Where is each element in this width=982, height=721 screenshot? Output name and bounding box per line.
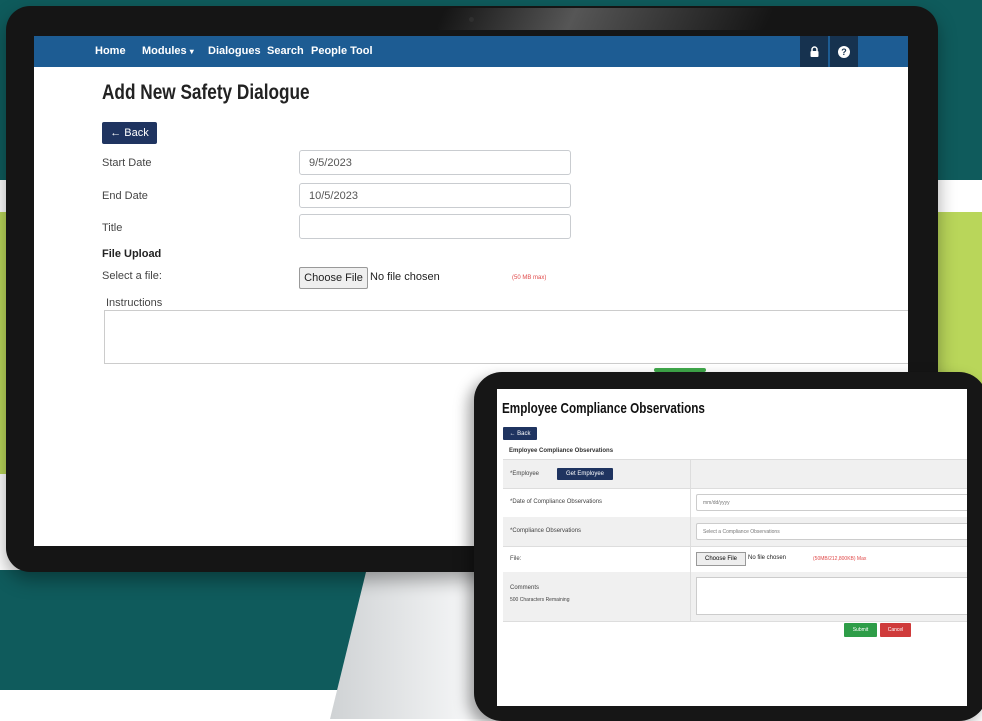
chevron-down-icon: ▾ [189,47,194,56]
tablet-submit-button[interactable]: Submit [844,623,877,637]
lock-button[interactable] [800,36,828,67]
employee-label: *Employee [510,471,540,477]
compliance-select[interactable]: Select a Compliance Observations [696,523,967,540]
page-title: Add New Safety Dialogue [102,81,310,104]
compliance-row: *Compliance Observations Select a Compli… [503,517,967,547]
tablet-page-title: Employee Compliance Observations [502,400,705,417]
tablet-cancel-button[interactable]: Cancel [880,623,911,637]
comments-label: Comments [510,585,540,591]
tablet-no-file-text: No file chosen [748,555,787,561]
end-date-field[interactable]: 10/5/2023 [299,183,571,208]
no-file-text: No file chosen [370,271,440,283]
tablet-form-table: *Employee Get Employee *Date of Complian… [503,459,967,622]
nav-dialogues[interactable]: Dialogues [208,45,261,57]
start-date-label: Start Date [102,157,152,169]
help-button[interactable]: ? [830,36,858,67]
title-label: Title [102,222,123,234]
file-label: File: [510,556,522,562]
date-input[interactable]: mm/dd/yyyy [696,494,967,511]
nav-modules[interactable]: Modules ▾ [142,45,194,57]
nav-modules-label: Modules [142,45,187,57]
nav-people-tool[interactable]: People Tool [311,45,373,57]
get-employee-button[interactable]: Get Employee [557,468,613,480]
file-row: File: Choose File No file chosen (50MB/2… [503,546,967,573]
comments-remaining: 500 Characters Remaining [510,597,570,603]
help-icon: ? [838,45,850,58]
tablet-screen: Employee Compliance Observations ← Back … [497,389,967,706]
comments-row: Comments 500 Characters Remaining [503,572,967,622]
tablet-choose-file-button[interactable]: Choose File [696,552,746,566]
top-navbar: Home Modules ▾ Dialogues Search People T… [34,36,908,67]
lock-icon [810,45,818,57]
column-divider [690,546,691,572]
tablet-back-button[interactable]: ← Back [503,427,537,440]
comments-textarea[interactable] [696,577,967,615]
instructions-label: Instructions [106,297,163,309]
file-size-hint: (50 MB max) [512,275,547,281]
compliance-label: *Compliance Observations [510,528,582,534]
end-date-label: End Date [102,190,148,202]
employee-row: *Employee Get Employee [503,460,967,489]
nav-search[interactable]: Search [267,45,304,57]
camera-dot [469,17,474,22]
monitor-glare [434,8,776,30]
column-divider [690,572,691,621]
choose-file-button[interactable]: Choose File [299,267,368,289]
column-divider [690,460,691,488]
title-field[interactable] [299,214,571,239]
date-row: *Date of Compliance Observations mm/dd/y… [503,488,967,518]
nav-home[interactable]: Home [95,45,126,57]
column-divider [690,488,691,517]
column-divider [690,517,691,546]
tablet-form-subtitle: Employee Compliance Observations [509,448,614,454]
date-label: *Date of Compliance Observations [510,499,603,505]
file-upload-heading: File Upload [102,248,162,260]
start-date-field[interactable]: 9/5/2023 [299,150,571,175]
back-button[interactable]: ← Back [102,122,157,144]
select-file-label: Select a file: [102,270,162,282]
tablet-file-size-hint: (50MB/212,800KB) Max [813,556,867,562]
instructions-textarea[interactable] [104,310,908,364]
